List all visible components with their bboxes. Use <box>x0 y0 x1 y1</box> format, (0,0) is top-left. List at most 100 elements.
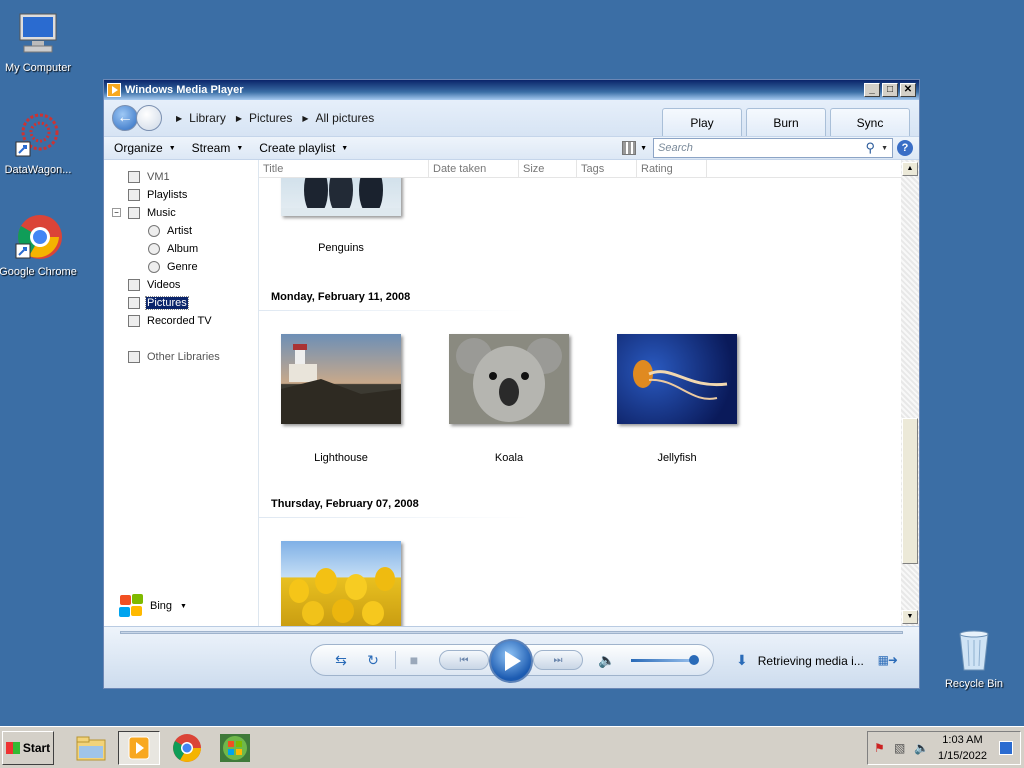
action-center-flag-icon[interactable]: ⚑ <box>874 741 890 755</box>
koala-thumbnail <box>449 334 569 424</box>
seek-bar[interactable] <box>120 631 903 634</box>
clock[interactable]: 1:03 AM 1/15/2022 <box>938 732 987 764</box>
view-options-icon[interactable] <box>622 141 637 155</box>
bing-label: Bing <box>150 600 173 612</box>
help-icon[interactable]: ? <box>897 140 913 156</box>
video-icon <box>128 279 140 291</box>
search-dropdown-icon[interactable]: ▼ <box>881 145 888 152</box>
playback-controls-bar: ⇆ ↻ ■ ⏮ ⏭ 🔈 ⬇ Retrieving media i... ▦➜ <box>104 626 919 688</box>
nav-item-artist[interactable]: Artist <box>104 222 258 240</box>
picture-item-tulips[interactable] <box>281 541 401 626</box>
create-playlist-menu[interactable]: Create playlist ▼ <box>259 141 348 155</box>
picture-title: Lighthouse <box>314 452 368 464</box>
organize-menu[interactable]: Organize ▼ <box>114 141 176 155</box>
volume-slider[interactable] <box>631 659 697 662</box>
nav-item-other-libraries[interactable]: Other Libraries <box>104 348 258 366</box>
nav-item-videos[interactable]: Videos <box>104 276 258 294</box>
view-options-dropdown-icon[interactable]: ▼ <box>640 145 647 152</box>
start-button[interactable]: Start <box>2 730 54 765</box>
switch-to-now-playing-icon[interactable]: ▦➜ <box>878 653 898 667</box>
play-button[interactable] <box>489 639 533 683</box>
mute-button[interactable]: 🔈 <box>597 650 617 670</box>
lighthouse-thumbnail <box>281 334 401 424</box>
shuffle-button[interactable]: ⇆ <box>331 650 351 670</box>
thumbnail-grid: Penguins Monday, February 11, 2008 Light… <box>259 178 901 626</box>
nav-label: Music <box>147 207 176 219</box>
vertical-scrollbar[interactable]: ▲ ▼ <box>901 160 919 626</box>
network-icon[interactable]: ▧ <box>894 741 910 755</box>
stop-button[interactable]: ■ <box>404 650 424 670</box>
previous-icon: ⏮ <box>459 654 469 666</box>
taskbar-windows-app[interactable] <box>214 731 256 765</box>
nav-label: Playlists <box>147 189 188 201</box>
column-size[interactable]: Size <box>519 160 577 177</box>
next-button[interactable]: ⏭ <box>533 650 583 670</box>
transport-controls: ⇆ ↻ ■ ⏮ ⏭ 🔈 <box>310 639 714 683</box>
repeat-button[interactable]: ↻ <box>363 650 383 670</box>
desktop-icon-my-computer[interactable]: My Computer <box>0 10 78 74</box>
bing-search-provider[interactable]: Bing ▼ <box>118 594 187 618</box>
column-date-taken[interactable]: Date taken <box>429 160 519 177</box>
nav-item-music[interactable]: − Music <box>104 204 258 222</box>
collapse-icon[interactable]: − <box>112 208 121 217</box>
nav-item-genre[interactable]: Genre <box>104 258 258 276</box>
nav-item-pictures[interactable]: Pictures <box>104 294 258 312</box>
scroll-down-button[interactable]: ▼ <box>902 610 918 624</box>
chrome-icon <box>14 214 62 262</box>
breadcrumb-pictures[interactable]: Pictures <box>249 111 292 125</box>
media-player-icon <box>107 83 121 97</box>
volume-slider-thumb[interactable] <box>689 655 699 665</box>
column-title[interactable]: Title <box>259 160 429 177</box>
stream-menu[interactable]: Stream ▼ <box>192 141 244 155</box>
taskbar-explorer[interactable] <box>70 731 112 765</box>
search-icon[interactable]: ⚲ <box>866 140 876 156</box>
media-player-icon <box>128 736 150 759</box>
navigation-pane: VM1 Playlists − Music Artist Album Genre … <box>104 160 259 626</box>
dropdown-arrow-icon: ▼ <box>341 144 349 152</box>
taskbar-media-player[interactable] <box>118 730 160 765</box>
nav-item-playlists[interactable]: Playlists <box>104 186 258 204</box>
previous-button[interactable]: ⏮ <box>439 650 489 670</box>
tab-sync[interactable]: Sync <box>830 108 910 136</box>
desktop-icon-label: Recycle Bin <box>944 678 1004 690</box>
picture-title: Penguins <box>318 242 364 254</box>
column-rating[interactable]: Rating <box>637 160 707 177</box>
start-label: Start <box>22 740 51 755</box>
picture-item-penguins[interactable]: Penguins <box>281 178 401 254</box>
close-button[interactable]: ✕ <box>900 83 916 97</box>
picture-item-jellyfish[interactable]: Jellyfish <box>617 334 737 464</box>
window-titlebar[interactable]: Windows Media Player _ □ ✕ <box>104 80 919 100</box>
breadcrumb-library[interactable]: Library <box>189 111 226 125</box>
breadcrumb-all-pictures[interactable]: All pictures <box>316 111 375 125</box>
back-button[interactable]: ← <box>112 105 138 131</box>
picture-item-lighthouse[interactable]: Lighthouse <box>281 334 401 464</box>
scroll-up-button[interactable]: ▲ <box>902 162 918 176</box>
column-headers: Title Date taken Size Tags Rating <box>259 160 919 178</box>
maximize-button[interactable]: □ <box>882 83 898 97</box>
picture-title: Jellyfish <box>657 452 697 464</box>
desktop-icon-datawagon[interactable]: DataWagon... <box>0 112 78 176</box>
search-input[interactable]: Search ⚲ ▼ <box>653 138 893 158</box>
nav-item-album[interactable]: Album <box>104 240 258 258</box>
desktop-icon-recycle-bin[interactable]: Recycle Bin <box>934 626 1014 690</box>
tab-strip: Play Burn Sync <box>662 108 910 136</box>
music-icon <box>128 207 140 219</box>
nav-item-vm1[interactable]: VM1 <box>104 168 258 186</box>
nav-label: Recorded TV <box>147 315 212 327</box>
tab-burn[interactable]: Burn <box>746 108 826 136</box>
nav-item-recorded-tv[interactable]: Recorded TV <box>104 312 258 330</box>
volume-icon[interactable]: 🔈 <box>914 741 930 755</box>
my-computer-icon <box>14 10 62 58</box>
minimize-button[interactable]: _ <box>864 83 880 97</box>
tab-play[interactable]: Play <box>662 108 742 136</box>
scrollbar-thumb[interactable] <box>902 418 918 564</box>
picture-item-koala[interactable]: Koala <box>449 334 569 464</box>
taskbar-chrome[interactable] <box>166 731 208 765</box>
show-desktop-icon[interactable] <box>998 740 1013 755</box>
column-tags[interactable]: Tags <box>577 160 637 177</box>
clock-date: 1/15/2022 <box>938 749 987 762</box>
other-libraries-icon <box>128 351 140 363</box>
desktop-icon-google-chrome[interactable]: Google Chrome <box>0 214 78 278</box>
forward-button[interactable] <box>136 105 162 131</box>
repeat-icon: ↻ <box>367 651 379 668</box>
